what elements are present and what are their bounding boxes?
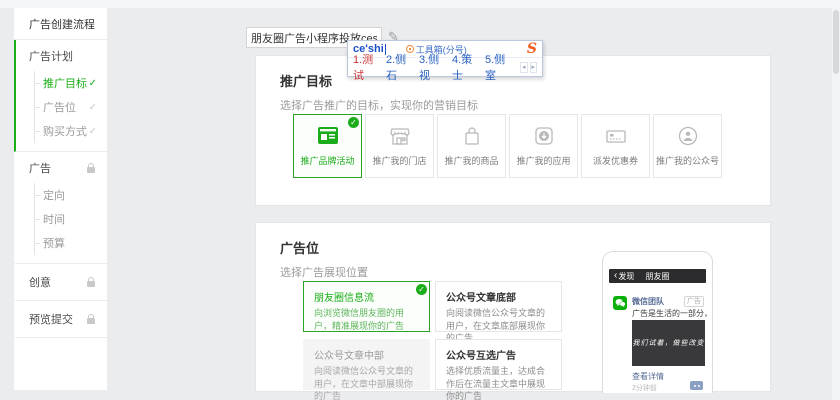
detail-link: 查看详情 (632, 371, 664, 382)
goal-section-subtitle: 选择广告推广的目标，实现你的营销目标 (280, 97, 770, 113)
goal-card-official-account[interactable]: 推广我的公众号 (653, 114, 722, 178)
sidebar-group-creative: 创意 (14, 264, 107, 301)
sidebar-item-targeting[interactable]: 定向 (35, 183, 107, 207)
sidebar-group-creative-head[interactable]: 创意 (16, 274, 107, 290)
sidebar-group-ad: 广告 定向 时间 预算 (14, 152, 107, 264)
placement-panel: 广告位 选择广告展现位置 ✓ 朋友圈信息流 向浏览微信朋友圈的用户，精准展现你的… (255, 222, 771, 392)
ime-candidate-5[interactable]: 5.侧室 (485, 51, 511, 83)
official-account-icon (676, 125, 700, 147)
ad-image: 我们试着，做些改变 (632, 320, 705, 366)
sidebar-group-ad-head[interactable]: 广告 (16, 160, 107, 176)
top-strip (0, 0, 840, 8)
comment-menu-icon (690, 381, 703, 390)
sidebar-group-submit-head[interactable]: 预览提交 (16, 311, 107, 327)
ime-candidate-2[interactable]: 2.侧石 (386, 51, 412, 83)
brand-campaign-icon (316, 125, 340, 147)
ime-candidate-3[interactable]: 3.侧视 (419, 51, 445, 83)
sidebar-title: 广告创建流程 (14, 8, 107, 40)
goal-card-brand-campaign[interactable]: ✓ 推广品牌活动 (293, 114, 362, 178)
sidebar-group-submit: 预览提交 (14, 301, 107, 338)
sidebar-group-label: 广告计划 (29, 48, 73, 64)
lock-icon (87, 281, 95, 287)
toolbox-icon (406, 45, 414, 53)
sidebar-group-plan: 广告计划 推广目标 ✓ 广告位 ✓ 购买方式 ✓ (14, 40, 107, 152)
selected-check-icon: ✓ (416, 284, 427, 295)
account-name: 微信团队 (632, 296, 664, 307)
goal-card-app[interactable]: 推广我的应用 (509, 114, 578, 178)
ad-badge: 广告 (684, 296, 704, 307)
post-text: 广告是生活的一部分， (632, 308, 712, 319)
sidebar-item-budget[interactable]: 预算 (35, 231, 107, 255)
wizard-sidebar: 广告创建流程 广告计划 推广目标 ✓ 广告位 ✓ 购买方式 ✓ (14, 8, 107, 390)
sidebar-item-placement[interactable]: 广告位 ✓ (35, 95, 107, 119)
phone-nav-bar: ‹ 发现 朋友圈 (609, 269, 706, 283)
ime-candidate-4[interactable]: 4.策士 (452, 51, 478, 83)
goal-card-store[interactable]: 推广我的门店 (365, 114, 434, 178)
sidebar-item-buy-method[interactable]: 购买方式 ✓ (35, 119, 107, 143)
sidebar-item-goal[interactable]: 推广目标 ✓ (35, 71, 107, 95)
candidate-next-icon[interactable]: ▸ (530, 62, 538, 73)
wechat-team-avatar (613, 296, 627, 310)
scrollbar-track (832, 8, 840, 400)
phone-nav-title: 朋友圈 (609, 271, 706, 282)
candidate-prev-icon[interactable]: ◂ (520, 62, 528, 73)
selected-check-icon: ✓ (348, 117, 359, 128)
placement-card-article-middle[interactable]: 公众号文章中部 向阅读微信公众号文章的用户，在文章中部展现你的广告 (303, 339, 430, 390)
goal-panel: 推广目标 选择广告推广的目标，实现你的营销目标 ✓ 推广品牌活动 推广我的门店 (255, 55, 771, 206)
storefront-icon (388, 125, 412, 147)
goal-card-product[interactable]: 推广我的商品 (437, 114, 506, 178)
lock-icon (87, 318, 95, 324)
placement-card-moments-feed[interactable]: ✓ 朋友圈信息流 向浏览微信朋友圈的用户，精准展现你的广告 (303, 281, 430, 332)
coupon-icon (604, 125, 628, 147)
timestamp: 2分钟前 (632, 383, 657, 393)
placement-card-mutual-select[interactable]: 公众号互选广告 选择优质流量主，达成合作后在流量主文章中展现你的广告 (435, 339, 562, 390)
check-icon: ✓ (89, 126, 97, 137)
ad-creation-page: 广告创建流程 广告计划 推广目标 ✓ 广告位 ✓ 购买方式 ✓ (0, 0, 840, 400)
sidebar-item-schedule[interactable]: 时间 (35, 207, 107, 231)
ad-image-caption: 我们试着，做些改变 (633, 338, 705, 348)
lock-icon (87, 167, 95, 173)
goal-card-coupon[interactable]: 派发优惠券 (581, 114, 650, 178)
ime-popup: ce'shi 工具箱(分号) S 1.测试 2.侧石 3.侧视 4.策士 5.侧… (347, 40, 543, 77)
sogou-logo-icon: S (527, 42, 537, 56)
check-icon: ✓ (89, 78, 97, 89)
scrollbar-thumb[interactable] (833, 10, 839, 74)
sidebar-group-plan-head[interactable]: 广告计划 (16, 48, 107, 64)
phone-preview: ‹ 发现 朋友圈 微信团队 广告 广告是生活的一部分， 我们试着，做些改变 查看… (602, 251, 713, 393)
ime-candidate-1[interactable]: 1.测试 (353, 51, 379, 83)
shopping-bag-icon (460, 125, 484, 147)
app-download-icon (532, 125, 556, 147)
check-icon: ✓ (89, 102, 97, 113)
placement-card-article-bottom[interactable]: 公众号文章底部 向阅读微信公众号文章的用户，在文章底部展现你的广告 (435, 281, 562, 332)
